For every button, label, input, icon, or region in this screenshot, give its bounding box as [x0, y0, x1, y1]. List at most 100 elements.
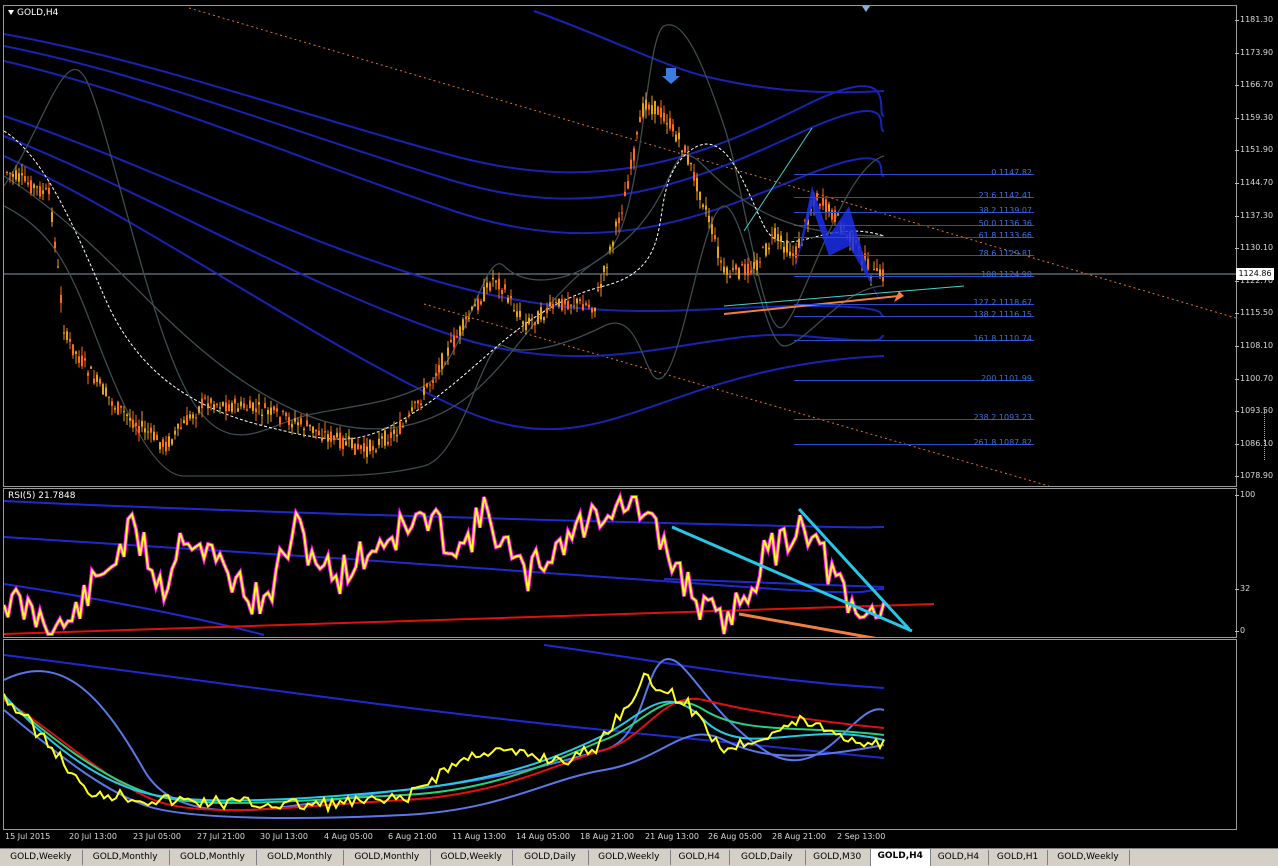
candle-body	[867, 258, 869, 270]
candle-body	[768, 247, 770, 250]
candle-body	[267, 410, 269, 415]
chart-tab[interactable]: GOLD,Daily	[729, 850, 806, 865]
candle-body	[33, 184, 35, 188]
candle-body	[516, 311, 518, 317]
chart-tab[interactable]: GOLD,H1	[988, 850, 1049, 865]
rsi-pane[interactable]: RSI(5) 21.7848	[3, 488, 1237, 638]
candle-body	[561, 299, 563, 311]
candle-body	[534, 321, 536, 326]
candle-body	[312, 426, 314, 433]
candle-body	[201, 398, 203, 408]
candle-body	[699, 191, 701, 200]
candle-body	[195, 417, 197, 419]
candle-body	[36, 186, 38, 188]
candle-body	[501, 290, 503, 295]
price-chart-pane[interactable]: GOLD,H4 0 1147.82 23.6 1142.41 38.2 1139.0…	[3, 5, 1237, 487]
candle-body	[204, 397, 206, 399]
chart-tab[interactable]: GOLD,Weekly	[1047, 850, 1130, 865]
candle-body	[21, 173, 23, 176]
candle-body	[309, 424, 311, 427]
candle-body	[228, 404, 230, 411]
candle-body	[423, 387, 425, 395]
candle-body	[774, 228, 776, 239]
candle-body	[570, 304, 572, 306]
candle-body	[474, 304, 476, 307]
candle-body	[258, 402, 260, 405]
candle-body	[45, 187, 47, 190]
candle-body	[90, 366, 92, 369]
candle-body	[240, 401, 242, 407]
candle-body	[486, 282, 488, 288]
candle-body	[678, 132, 680, 140]
candle-body	[249, 400, 251, 409]
candle-body	[270, 407, 272, 415]
candle-body	[294, 418, 296, 422]
candle-body	[339, 432, 341, 449]
candle-body	[714, 235, 716, 240]
candle-body	[447, 347, 449, 356]
candle-body	[717, 246, 719, 259]
chart-tab[interactable]: GOLD,Monthly	[82, 850, 170, 865]
candle-body	[585, 303, 587, 306]
candle-body	[120, 405, 122, 408]
chart-tab[interactable]: GOLD,H4	[929, 850, 989, 865]
candle-body	[666, 123, 668, 125]
candle-body	[72, 344, 74, 356]
candle-body	[324, 431, 326, 433]
candle-body	[537, 311, 539, 325]
candle-body	[96, 374, 98, 382]
candle-body	[504, 284, 506, 290]
candle-body	[153, 431, 155, 440]
candle-body	[147, 431, 149, 433]
fib-label: 238.2 1093.23	[973, 413, 1032, 422]
time-label: 30 Jul 13:00	[260, 832, 308, 841]
candle-body	[138, 425, 140, 434]
chart-tab[interactable]: GOLD,Weekly	[0, 850, 83, 865]
candle-body	[162, 439, 164, 447]
time-label: 15 Jul 2015	[5, 832, 51, 841]
ma-ribbon-pane[interactable]	[3, 639, 1237, 830]
candle-body	[837, 212, 839, 216]
candle-body	[765, 243, 767, 256]
price-tick: 1093.50	[1234, 406, 1274, 416]
candle-body	[615, 221, 617, 227]
candle-body	[345, 441, 347, 446]
rsi-canvas	[4, 491, 935, 637]
candle-body	[612, 241, 614, 247]
candle-body	[54, 241, 56, 249]
candle-body	[651, 105, 653, 115]
candle-body	[438, 364, 440, 373]
chart-tab[interactable]: GOLD,Weekly	[588, 850, 671, 865]
chart-tab[interactable]: GOLD,Daily	[512, 850, 589, 865]
candle-body	[168, 436, 170, 447]
chart-tab[interactable]: GOLD,Monthly	[343, 850, 432, 865]
chart-tab[interactable]: GOLD,Monthly	[256, 850, 345, 865]
candle-body	[117, 401, 119, 415]
chart-tab[interactable]: GOLD,Weekly	[430, 850, 513, 865]
candle-body	[414, 401, 416, 404]
chart-tab[interactable]: GOLD,H4	[869, 849, 931, 866]
price-tick: 1144.70	[1234, 178, 1274, 187]
shift-marker-icon	[862, 6, 870, 12]
chart-tab[interactable]: GOLD,M30	[805, 850, 871, 865]
current-price-label: 1124.86	[1236, 268, 1274, 280]
chart-symbol-title[interactable]: GOLD,H4	[8, 8, 58, 18]
candle-body	[444, 363, 446, 365]
chart-tab[interactable]: GOLD,Monthly	[169, 850, 257, 865]
candle-body	[642, 103, 644, 117]
candle-body	[618, 217, 620, 224]
candle-body	[222, 402, 224, 406]
candle-body	[456, 336, 458, 338]
chart-tab[interactable]: GOLD,H4	[670, 850, 730, 865]
candle-body	[351, 437, 353, 449]
candle-body	[42, 190, 44, 194]
fib-label: 100 1124.90	[981, 270, 1032, 279]
candle-body	[207, 403, 209, 409]
candle-body	[93, 378, 95, 384]
candle-body	[726, 267, 728, 276]
time-label: 18 Aug 21:00	[580, 832, 634, 841]
candle-body	[471, 306, 473, 310]
candle-body	[114, 408, 116, 410]
price-tick: 1130.10	[1234, 243, 1274, 253]
price-tick: 1078.90	[1234, 471, 1274, 481]
